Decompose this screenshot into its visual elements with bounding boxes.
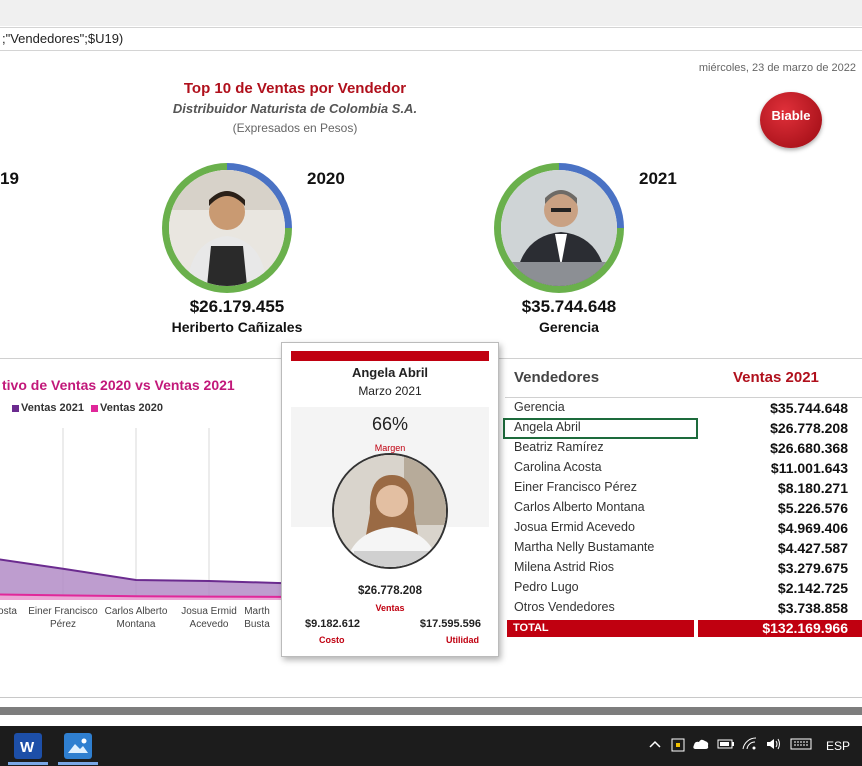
seller-2020-name: Heriberto Cañizales	[171, 319, 303, 335]
cloud-icon[interactable]	[692, 737, 710, 754]
word-icon[interactable]: W	[14, 733, 42, 759]
card-margin-percent: 66%	[371, 414, 409, 434]
table-row-value[interactable]: $3.279.675	[700, 559, 848, 577]
table-row-name[interactable]: Martha Nelly Bustamante	[514, 538, 694, 556]
card-utility-label: Utilidad	[446, 635, 479, 645]
table-row-value[interactable]: $8.180.271	[700, 479, 848, 497]
formula-bar[interactable]: ;"Vendedores";$U19)	[0, 27, 862, 51]
x-tick-label: Carlos Alberto Montana	[104, 606, 168, 630]
wifi-icon[interactable]	[742, 737, 758, 754]
area-chart	[0, 428, 283, 600]
table-row-name[interactable]: Otros Vendedores	[514, 598, 694, 616]
table-row-name[interactable]: Gerencia	[514, 398, 694, 416]
table-row-name[interactable]: Pedro Lugo	[514, 578, 694, 596]
table-row-value[interactable]: $11.001.643	[700, 459, 848, 477]
active-app-indicator	[58, 762, 98, 765]
table-row-name[interactable]: Carlos Alberto Montana	[514, 498, 694, 516]
table-row-name[interactable]: Milena Astrid Rios	[514, 558, 694, 576]
card-month: Marzo 2021	[358, 384, 422, 398]
total-label: TOTAL	[507, 620, 694, 637]
table-header-ventas: Ventas 2021	[733, 369, 819, 386]
card-margin-label: Margen	[374, 443, 406, 453]
seller-2021-photo	[501, 170, 617, 286]
selected-cell[interactable]	[503, 418, 698, 439]
notification-icon[interactable]	[670, 737, 686, 756]
seller-2021-name: Gerencia	[539, 319, 599, 335]
table-row-value[interactable]: $2.142.725	[700, 579, 848, 597]
battery-icon[interactable]	[717, 737, 735, 754]
language-indicator[interactable]: ESP	[826, 739, 850, 753]
report-date: miércoles, 23 de marzo de 2022	[698, 62, 856, 74]
biable-logo: Biable	[760, 92, 822, 148]
series-area-0	[0, 559, 282, 600]
sheet-bottom-border	[0, 697, 862, 698]
legend-swatch-icon	[91, 404, 98, 412]
photos-icon[interactable]	[64, 733, 92, 759]
horizontal-scrollbar[interactable]	[0, 707, 862, 715]
card-seller-photo	[332, 453, 448, 569]
card-sales-value: $26.778.208	[358, 585, 422, 597]
chart-title: tivo de Ventas 2020 vs Ventas 2021	[2, 377, 235, 393]
table-row-name[interactable]: Einer Francisco Pérez	[514, 478, 694, 496]
report-title: Top 10 de Ventas por Vendedor	[183, 80, 407, 97]
seller-2020-ring	[162, 163, 292, 293]
year-2020-label: 2020	[307, 169, 345, 188]
table-row-value[interactable]: $35.744.648	[700, 399, 848, 417]
table-row-value[interactable]: $26.680.368	[700, 439, 848, 457]
x-tick-label: Einer Francisco Pérez	[28, 606, 98, 630]
x-tick-label: Marth Busta	[244, 606, 270, 630]
seller-2021-amount: $35.744.648	[521, 297, 617, 316]
seller-2020-amount: $26.179.455	[189, 297, 285, 316]
table-row-value[interactable]: $4.427.587	[700, 539, 848, 557]
table-row-name[interactable]: Josua Ermid Acevedo	[514, 518, 694, 536]
card-cost-label: Costo	[319, 635, 345, 645]
ribbon-area	[0, 0, 862, 26]
legend-2021: Ventas 2021	[12, 402, 84, 414]
legend-label: Ventas 2021	[21, 402, 84, 414]
table-row-value[interactable]: $5.226.576	[700, 499, 848, 517]
active-app-indicator	[8, 762, 48, 765]
legend-label: Ventas 2020	[100, 402, 163, 414]
table-row-value[interactable]: $4.969.406	[700, 519, 848, 537]
table-row-name[interactable]: Beatriz Ramírez	[514, 438, 694, 456]
card-body: Angela Abril Marzo 2021 66% Margen $26.7…	[291, 351, 489, 645]
seller-detail-card[interactable]: Angela Abril Marzo 2021 66% Margen $26.7…	[281, 342, 499, 657]
card-cost-value: $9.182.612	[305, 618, 361, 630]
table-row-name[interactable]: Carolina Acosta	[514, 458, 694, 476]
company-name: Distribuidor Naturista de Colombia S.A.	[172, 101, 418, 116]
chevron-up-icon[interactable]	[648, 737, 662, 754]
keyboard-icon[interactable]	[790, 737, 812, 754]
volume-icon[interactable]	[765, 737, 783, 754]
card-accent-bar	[291, 351, 489, 361]
legend-2020: Ventas 2020	[91, 402, 163, 414]
total-value: $132.169.966	[698, 620, 862, 637]
year-2019-label: 19	[0, 169, 19, 188]
card-sales-label: Ventas	[375, 603, 405, 613]
year-2021-label: 2021	[639, 169, 677, 188]
card-utility-value: $17.595.596	[419, 618, 481, 630]
seller-2021-ring	[494, 163, 624, 293]
currency-note: (Expresados en Pesos)	[232, 121, 358, 135]
table-header-vendedores: Vendedores	[514, 369, 600, 386]
svg-text:W: W	[20, 739, 35, 756]
table-row-value[interactable]: $26.778.208	[700, 419, 848, 437]
table-row-value[interactable]: $3.738.858	[700, 599, 848, 617]
card-seller-name: Angela Abril	[351, 365, 429, 380]
legend-swatch-icon	[12, 404, 19, 412]
seller-2020-photo	[169, 170, 285, 286]
